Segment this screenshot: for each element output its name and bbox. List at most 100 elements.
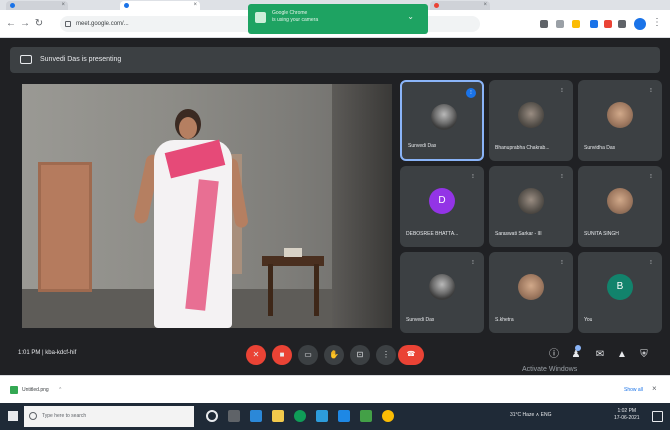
close-icon[interactable]: × bbox=[652, 384, 657, 393]
captions-icon[interactable]: ▭ bbox=[298, 345, 318, 365]
audio-indicator-icon: ⁝ bbox=[472, 260, 474, 266]
participant-name: You bbox=[584, 317, 593, 323]
present-icon[interactable]: ⊡ bbox=[350, 345, 370, 365]
download-item[interactable]: Untitled.png ⌃ bbox=[8, 382, 128, 398]
chrome-icon[interactable] bbox=[382, 410, 394, 422]
lock-icon[interactable]: ⛨ bbox=[638, 349, 650, 361]
extension-icon[interactable] bbox=[556, 20, 564, 28]
presentation-video[interactable] bbox=[22, 84, 392, 328]
excel-icon[interactable] bbox=[360, 410, 372, 422]
forward-icon[interactable]: → bbox=[20, 18, 30, 30]
lock-icon bbox=[65, 21, 71, 27]
show-all-link[interactable]: Show all bbox=[624, 387, 643, 393]
browser-tab-active[interactable]: × bbox=[120, 1, 200, 10]
browser-tab[interactable]: × bbox=[6, 1, 68, 10]
task-view-icon[interactable] bbox=[228, 410, 240, 422]
participant-tile[interactable]: B ⁝ You bbox=[578, 252, 662, 333]
windows-taskbar: Type here to search 31°C Haze ∧ ENG 1:02… bbox=[0, 403, 670, 430]
participant-avatar bbox=[431, 104, 457, 130]
participant-name: SUNITA SINGH bbox=[584, 231, 619, 237]
word-icon[interactable] bbox=[338, 410, 350, 422]
participant-tile[interactable]: ⁝ Bhanuprabha Chakrab... bbox=[489, 80, 573, 161]
video-table-leg bbox=[268, 264, 273, 316]
participant-avatar bbox=[607, 102, 633, 128]
audio-indicator-icon: ⁝ bbox=[650, 260, 652, 266]
participant-name: Sunvidha Das bbox=[584, 145, 616, 151]
chevron-up-icon[interactable]: ⌃ bbox=[58, 387, 62, 393]
reload-icon[interactable]: ↻ bbox=[34, 18, 44, 30]
system-tray[interactable]: 31°C Haze ∧ ENG bbox=[510, 412, 552, 418]
cortana-icon[interactable] bbox=[206, 410, 218, 422]
puzzle-icon[interactable] bbox=[618, 20, 626, 28]
participant-tile[interactable]: ⁝ Saraswati Sarkar - III bbox=[489, 166, 573, 247]
screen: × × × ← → ↻ meet.google.com/... ⋮ Google… bbox=[0, 0, 670, 430]
presenting-text: Sunvedi Das is presenting bbox=[40, 56, 122, 63]
back-icon[interactable]: ← bbox=[6, 18, 16, 30]
participant-tile[interactable]: ⁝ Sunvedi Das bbox=[400, 80, 484, 161]
tab-favicon-icon bbox=[10, 3, 15, 8]
audio-indicator-icon: ⁝ bbox=[466, 88, 476, 98]
participant-avatar bbox=[518, 188, 544, 214]
video-box bbox=[284, 248, 302, 257]
audio-indicator-icon: ⁝ bbox=[561, 174, 563, 180]
tab-close-icon[interactable]: × bbox=[61, 1, 65, 10]
url-text: meet.google.com/... bbox=[76, 21, 129, 27]
search-placeholder: Type here to search bbox=[42, 413, 87, 419]
taskbar-search[interactable]: Type here to search bbox=[24, 406, 194, 427]
audio-indicator-icon: ⁝ bbox=[650, 88, 652, 94]
participant-name: DEBOSREE BHATTA... bbox=[406, 231, 459, 237]
dancer-face bbox=[179, 117, 197, 139]
audio-indicator-icon: ⁝ bbox=[650, 174, 652, 180]
browser-tab[interactable]: × bbox=[430, 1, 490, 10]
participant-tile[interactable]: D ⁝ DEBOSREE BHATTA... bbox=[400, 166, 484, 247]
tab-favicon-icon bbox=[124, 3, 129, 8]
meet-main: Sunvedi Das is presenting ⁝ Sunvedi Das ⁝ B… bbox=[0, 39, 670, 381]
participant-tile[interactable]: ⁝ S.khetra bbox=[489, 252, 573, 333]
extension-icon[interactable] bbox=[604, 20, 612, 28]
chrome-notification[interactable]: Google Chrome is using your camera ⌄ bbox=[248, 4, 428, 34]
camera-indicator-icon[interactable] bbox=[540, 20, 548, 28]
edge-icon[interactable] bbox=[294, 410, 306, 422]
activities-icon[interactable]: ▲ bbox=[616, 349, 628, 361]
video-shadow bbox=[332, 84, 392, 328]
participant-avatar bbox=[518, 102, 544, 128]
more-icon[interactable]: ⋮ bbox=[376, 345, 396, 365]
tab-close-icon[interactable]: × bbox=[193, 1, 197, 10]
participant-avatar: B bbox=[607, 274, 633, 300]
end-call-button[interactable]: ☎ bbox=[398, 345, 424, 365]
video-door bbox=[38, 162, 92, 292]
mic-off-icon[interactable]: ✕ bbox=[246, 345, 266, 365]
file-icon bbox=[10, 386, 18, 394]
browser-menu-icon[interactable]: ⋮ bbox=[652, 17, 662, 28]
participant-name: Bhanuprabha Chakrab... bbox=[495, 145, 550, 151]
audio-indicator-icon: ⁝ bbox=[561, 260, 563, 266]
people-icon[interactable]: ♟ bbox=[570, 345, 582, 361]
participant-tile[interactable]: ⁝ Sunvedi Das bbox=[400, 252, 484, 333]
profile-avatar[interactable] bbox=[634, 18, 646, 30]
store-icon[interactable] bbox=[250, 410, 262, 422]
participant-tile[interactable]: ⁝ SUNITA SINGH bbox=[578, 166, 662, 247]
raise-hand-icon[interactable]: ✋ bbox=[324, 345, 344, 365]
audio-indicator-icon: ⁝ bbox=[472, 174, 474, 180]
participant-name: Saraswati Sarkar - III bbox=[495, 231, 542, 237]
close-icon[interactable]: ⌄ bbox=[407, 13, 414, 21]
info-icon[interactable]: ⓘ bbox=[548, 349, 560, 361]
search-icon bbox=[29, 412, 37, 420]
video-table-leg bbox=[314, 264, 319, 316]
presenting-banner: Sunvedi Das is presenting bbox=[10, 47, 660, 73]
notification-title: Google Chrome bbox=[272, 10, 308, 16]
action-center-icon[interactable] bbox=[652, 411, 663, 422]
extension-icon[interactable] bbox=[572, 20, 580, 28]
file-explorer-icon[interactable] bbox=[272, 410, 284, 422]
participant-tile[interactable]: ⁝ Sunvidha Das bbox=[578, 80, 662, 161]
tab-close-icon[interactable]: × bbox=[483, 1, 487, 10]
chat-icon[interactable]: ✉ bbox=[594, 349, 606, 361]
mail-icon[interactable] bbox=[316, 410, 328, 422]
extension-icon[interactable] bbox=[590, 20, 598, 28]
windows-start-icon[interactable] bbox=[8, 411, 18, 421]
taskbar-clock[interactable]: 1:02 PM 17-06-2021 bbox=[614, 408, 640, 422]
camera-off-icon[interactable]: ■ bbox=[272, 345, 292, 365]
participant-avatar bbox=[607, 188, 633, 214]
audio-indicator-icon: ⁝ bbox=[561, 88, 563, 94]
download-shelf: Untitled.png ⌃ Show all × bbox=[0, 375, 670, 403]
